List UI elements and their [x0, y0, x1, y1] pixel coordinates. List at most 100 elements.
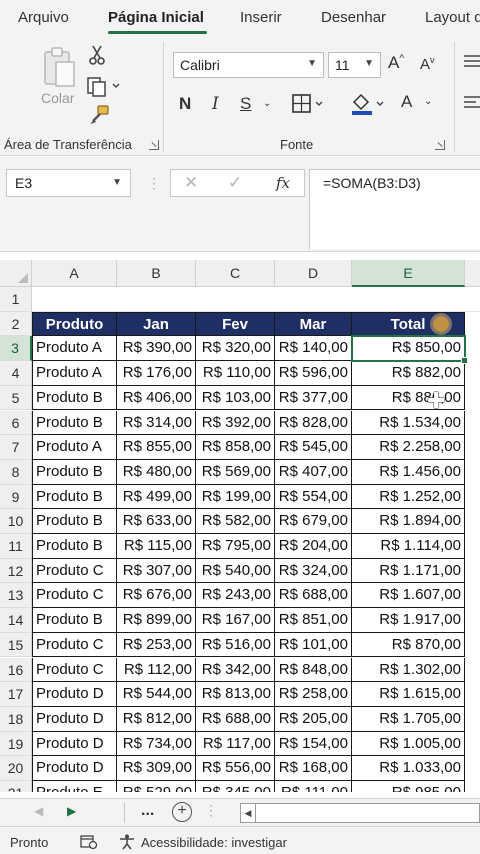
value-cell[interactable]: R$ 858,00 — [196, 435, 275, 460]
total-cell[interactable]: R$ 2.258,00 — [352, 435, 465, 460]
value-cell[interactable]: R$ 545,00 — [275, 435, 352, 460]
product-cell[interactable]: Produto E — [32, 781, 117, 792]
formula-input[interactable]: =SOMA(B3:D3) — [309, 169, 480, 249]
value-cell[interactable]: R$ 117,00 — [196, 731, 275, 757]
value-cell[interactable]: R$ 676,00 — [117, 583, 196, 609]
value-cell[interactable]: R$ 112,00 — [117, 657, 196, 683]
value-cell[interactable]: R$ 529,00 — [117, 781, 196, 792]
previous-sheet-icon[interactable]: ◀ — [34, 804, 43, 818]
value-cell[interactable]: R$ 596,00 — [275, 361, 352, 386]
total-cell[interactable]: R$ 882,00 — [352, 361, 465, 386]
italic-button[interactable]: I — [212, 94, 219, 114]
column-header-e[interactable]: E — [352, 260, 465, 287]
value-cell[interactable]: R$ 855,00 — [117, 435, 196, 460]
more-sheets-button[interactable]: ... — [141, 802, 154, 820]
product-cell[interactable]: Produto C — [32, 657, 117, 683]
row-header[interactable]: 17 — [0, 682, 32, 707]
value-cell[interactable]: R$ 582,00 — [196, 509, 275, 534]
tab-pagina-inicial[interactable]: Página Inicial — [108, 9, 204, 26]
value-cell[interactable]: R$ 168,00 — [275, 756, 352, 781]
tab-arquivo[interactable]: Arquivo — [18, 9, 69, 26]
confirm-icon[interactable]: ✓ — [228, 173, 242, 193]
row-header[interactable]: 21 — [0, 781, 32, 792]
product-cell[interactable]: Produto B — [32, 608, 117, 633]
product-cell[interactable]: Produto B — [32, 509, 117, 534]
accessibility-icon[interactable] — [119, 834, 137, 850]
row-header[interactable]: 19 — [0, 731, 32, 757]
total-cell[interactable]: R$ 850,00 — [352, 336, 465, 362]
select-all-corner[interactable] — [0, 260, 32, 287]
value-cell[interactable]: R$ 899,00 — [117, 608, 196, 633]
total-cell[interactable]: R$ 1.033,00 — [352, 756, 465, 781]
total-cell[interactable]: R$ 1.607,00 — [352, 583, 465, 609]
chevron-down-icon[interactable]: ⌄ — [263, 98, 271, 109]
accessibility-status[interactable]: Acessibilidade: investigar — [141, 835, 287, 850]
value-cell[interactable]: R$ 812,00 — [117, 706, 196, 732]
value-cell[interactable]: R$ 516,00 — [196, 632, 275, 658]
tab-inserir[interactable]: Inserir — [240, 9, 282, 26]
table-header-cell[interactable]: Mar — [275, 311, 352, 337]
row-header[interactable]: 7 — [0, 435, 32, 460]
row-header[interactable]: 15 — [0, 632, 32, 658]
total-cell[interactable]: R$ 1.917,00 — [352, 608, 465, 633]
total-cell[interactable]: R$ 886,00 — [352, 385, 465, 411]
underline-button[interactable]: S — [240, 94, 251, 114]
value-cell[interactable]: R$ 167,00 — [196, 608, 275, 633]
value-cell[interactable]: R$ 406,00 — [117, 385, 196, 411]
value-cell[interactable]: R$ 795,00 — [196, 534, 275, 559]
total-cell[interactable]: R$ 985,00 — [352, 781, 465, 792]
value-cell[interactable]: R$ 176,00 — [117, 361, 196, 386]
row-header[interactable]: 20 — [0, 756, 32, 781]
cancel-icon[interactable]: ✕ — [184, 173, 198, 193]
row-header[interactable]: 18 — [0, 706, 32, 732]
value-cell[interactable]: R$ 540,00 — [196, 558, 275, 584]
font-name-dropdown[interactable]: Calibri ▼ — [173, 52, 324, 78]
align-top-icon[interactable] — [464, 54, 480, 68]
total-cell[interactable]: R$ 1.705,00 — [352, 706, 465, 732]
table-header-cell[interactable]: Jan — [117, 311, 196, 337]
total-cell[interactable]: R$ 870,00 — [352, 632, 465, 658]
value-cell[interactable]: R$ 243,00 — [196, 583, 275, 609]
paste-button-label[interactable]: Colar — [41, 90, 74, 106]
value-cell[interactable]: R$ 110,00 — [196, 361, 275, 386]
font-color-button[interactable]: A — [401, 92, 412, 112]
macro-record-icon[interactable] — [80, 835, 98, 849]
add-sheet-icon[interactable]: + — [172, 802, 192, 822]
value-cell[interactable]: R$ 154,00 — [275, 731, 352, 757]
row-header[interactable]: 1 — [0, 287, 32, 312]
fill-handle[interactable] — [461, 357, 468, 365]
value-cell[interactable]: R$ 253,00 — [117, 632, 196, 658]
paste-icon[interactable] — [43, 46, 77, 88]
drag-handle-icon[interactable]: ⋮ — [204, 802, 218, 819]
total-cell[interactable]: R$ 1.302,00 — [352, 657, 465, 683]
value-cell[interactable]: R$ 204,00 — [275, 534, 352, 559]
value-cell[interactable]: R$ 679,00 — [275, 509, 352, 534]
font-size-dropdown[interactable]: 11 ▼ — [328, 52, 381, 78]
fill-color-icon[interactable] — [350, 92, 386, 116]
value-cell[interactable]: R$ 314,00 — [117, 410, 196, 436]
row-header[interactable]: 2 — [0, 311, 32, 337]
decrease-font-size-button[interactable]: Av — [420, 55, 435, 73]
product-cell[interactable]: Produto C — [32, 558, 117, 584]
value-cell[interactable]: R$ 848,00 — [275, 657, 352, 683]
total-cell[interactable]: R$ 1.534,00 — [352, 410, 465, 436]
font-launcher-icon[interactable] — [435, 140, 445, 150]
product-cell[interactable]: Produto C — [32, 632, 117, 658]
next-sheet-icon[interactable]: ▶ — [67, 804, 76, 818]
spreadsheet-grid[interactable]: ABCDE123456789101112131415161718192021Pr… — [0, 252, 480, 792]
total-cell[interactable]: R$ 1.252,00 — [352, 484, 465, 510]
value-cell[interactable]: R$ 390,00 — [117, 336, 196, 362]
product-cell[interactable]: Produto B — [32, 459, 117, 485]
product-cell[interactable]: Produto A — [32, 435, 117, 460]
name-box[interactable]: E3 ▼ — [6, 169, 131, 197]
value-cell[interactable]: R$ 205,00 — [275, 706, 352, 732]
format-painter-icon[interactable] — [88, 104, 110, 126]
row-header[interactable]: 8 — [0, 459, 32, 485]
increase-font-size-button[interactable]: A^ — [388, 53, 404, 73]
copy-icon[interactable] — [86, 75, 122, 97]
value-cell[interactable]: R$ 392,00 — [196, 410, 275, 436]
value-cell[interactable]: R$ 101,00 — [275, 632, 352, 658]
row-header[interactable]: 4 — [0, 361, 32, 386]
value-cell[interactable]: R$ 407,00 — [275, 459, 352, 485]
drag-handle-icon[interactable]: ⋮ — [147, 175, 161, 192]
